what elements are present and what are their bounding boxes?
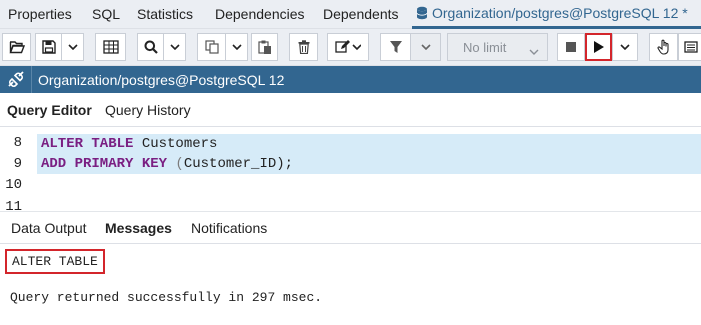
save-icon — [41, 40, 56, 54]
filter-icon — [389, 40, 403, 54]
tab-query-history[interactable]: Query History — [105, 102, 191, 118]
filter-dropdown-button[interactable] — [410, 33, 441, 61]
code-line: ALTER TABLE Customers — [37, 134, 701, 154]
tab-dependencies[interactable]: Dependencies — [215, 6, 305, 22]
tab-dependents[interactable]: Dependents — [323, 6, 399, 22]
result-status-message: ALTER TABLE — [5, 249, 105, 274]
edit-icon — [335, 40, 361, 54]
copy-dropdown-button[interactable] — [225, 33, 248, 61]
stop-button[interactable] — [557, 33, 585, 61]
result-tabs: Data Output Messages Notifications — [0, 211, 701, 244]
chevron-down-icon — [420, 44, 431, 50]
copy-button[interactable] — [197, 33, 226, 61]
explain-button[interactable] — [649, 33, 678, 61]
tab-statistics[interactable]: Statistics — [137, 6, 193, 22]
database-icon — [416, 6, 428, 23]
chevron-down-icon — [67, 44, 78, 50]
chevron-down-icon — [620, 44, 630, 50]
tab-notifications[interactable]: Notifications — [191, 220, 267, 236]
explain-icon — [684, 41, 698, 53]
delete-button[interactable] — [289, 33, 318, 61]
sql-editor[interactable]: 8 9 10 11 ALTER TABLE Customers ADD PRIM… — [0, 127, 701, 211]
chevron-down-icon — [529, 43, 539, 58]
find-icon — [144, 40, 158, 54]
filter-button[interactable] — [380, 33, 411, 61]
sql-identifier: Customers — [133, 136, 218, 152]
tab-sql[interactable]: SQL — [92, 6, 120, 22]
connection-title[interactable]: Organization/postgres@PostgreSQL 12 — [38, 72, 284, 88]
editor-tabs: Query Editor Query History — [0, 93, 701, 127]
messages-panel: ALTER TABLE Query returned successfully … — [0, 244, 701, 325]
line-number: 8 — [13, 135, 22, 151]
save-button[interactable] — [35, 33, 62, 61]
open-file-icon — [8, 40, 25, 54]
query-toolbar: No limit — [0, 29, 701, 66]
tab-query-editor[interactable]: Query Editor — [7, 102, 92, 118]
edit-button[interactable] — [327, 33, 369, 61]
divider — [31, 66, 32, 93]
line-number: 9 — [13, 156, 22, 172]
connection-bar: Organization/postgres@PostgreSQL 12 — [0, 66, 701, 93]
delete-icon — [298, 40, 310, 54]
explain-analyze-button[interactable] — [678, 33, 701, 61]
result-detail-message: Query returned successfully in 297 msec. — [10, 290, 323, 305]
line-gutter: 8 9 10 11 — [0, 127, 37, 211]
execute-icon — [593, 40, 605, 54]
tab-messages[interactable]: Messages — [105, 220, 172, 236]
hand-icon — [656, 39, 671, 55]
grid-icon — [102, 40, 119, 54]
row-limit-value: No limit — [463, 39, 507, 55]
find-button[interactable] — [137, 33, 164, 61]
paste-icon — [257, 40, 272, 55]
edit-data-button[interactable] — [95, 33, 126, 61]
line-number: 10 — [5, 177, 22, 193]
sql-punctuation: ( — [167, 156, 184, 172]
tab-properties[interactable]: Properties — [8, 6, 72, 22]
chevron-down-icon — [169, 44, 180, 50]
execute-button[interactable] — [585, 33, 612, 61]
tab-query-tool[interactable]: Organization/postgres@PostgreSQL 12 * — [416, 5, 688, 23]
stop-icon — [565, 41, 577, 53]
save-dropdown-button[interactable] — [61, 33, 84, 61]
sql-punctuation: ); — [276, 156, 294, 172]
sql-identifier: Customer_ID — [183, 156, 277, 172]
copy-icon — [204, 40, 219, 54]
code-line: ADD PRIMARY KEY (Customer_ID); — [37, 154, 701, 174]
tab-data-output[interactable]: Data Output — [11, 220, 87, 236]
paste-button[interactable] — [251, 33, 278, 61]
chevron-down-icon — [231, 44, 242, 50]
sql-keyword: ADD PRIMARY KEY — [41, 156, 168, 172]
panel-tabs: Properties SQL Statistics Dependencies D… — [0, 0, 701, 29]
connection-icon[interactable] — [7, 71, 25, 91]
tab-query-tool-label: Organization/postgres@PostgreSQL 12 * — [432, 5, 688, 21]
row-limit-select[interactable]: No limit — [447, 33, 548, 61]
execute-dropdown-button[interactable] — [612, 33, 638, 61]
line-number: 11 — [5, 199, 22, 211]
open-file-button[interactable] — [2, 33, 31, 61]
find-dropdown-button[interactable] — [163, 33, 186, 61]
sql-keyword: ALTER TABLE — [41, 136, 134, 152]
